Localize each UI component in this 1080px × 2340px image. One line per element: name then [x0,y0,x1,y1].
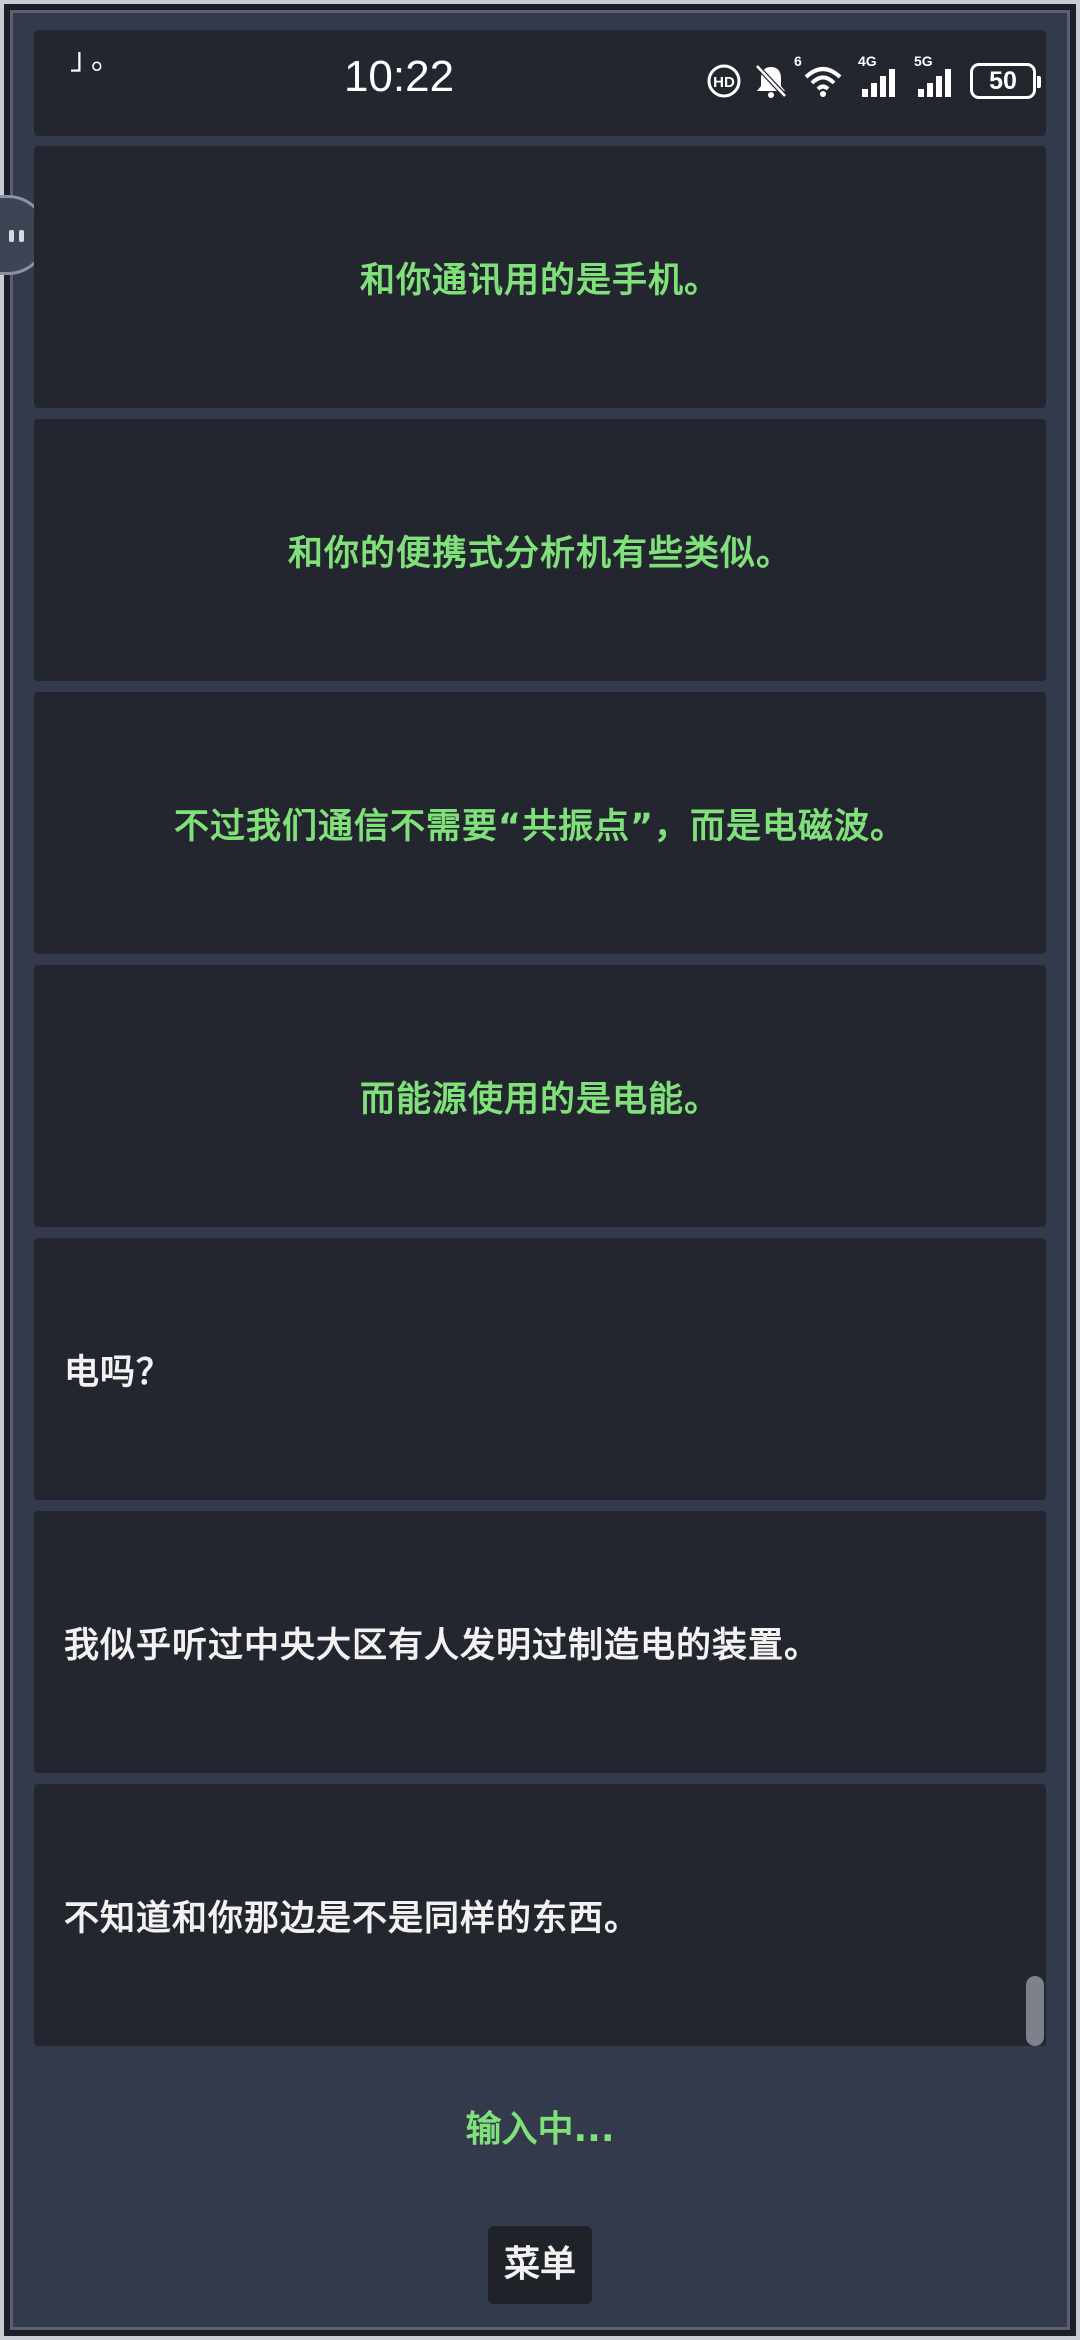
net2-tag: 5G [914,53,933,69]
dialog-message-text: 不过我们通信不需要“共振点”，而是电磁波。 [173,806,906,847]
dialog-message-text: 和你的便携式分析机有些类似。 [287,533,792,574]
status-note-text: 」。 [70,42,127,77]
dialog-message-text: 我似乎听过中央大区有人发明过制造电的装置。 [64,1625,821,1666]
mute-bell-icon [754,63,788,99]
dialog-message[interactable]: 和你通讯用的是手机。 [34,146,1046,408]
status-time: 10:22 [343,52,455,101]
status-icons: HD 6 4G 5G 50 [706,53,1041,104]
pause-dots-icon [9,230,24,242]
dialog-message[interactable]: 而能源使用的是电能。 [34,965,1046,1227]
dialog-message[interactable]: 不知道和你那边是不是同样的东西。 [34,1784,1046,2046]
menu-button[interactable]: 菜单 [488,2226,592,2304]
typing-indicator: 输入中... [465,2109,615,2150]
status-bar: 」。 10:22 HD 6 4G 5G 50 [34,30,1046,136]
net1-tag: 4G [858,53,877,69]
wifi-6-icon: 6 [794,53,846,99]
dialog-message-text: 电吗？ [64,1352,173,1393]
battery-icon: 50 [970,63,1041,99]
dialog-message-text: 不知道和你那边是不是同样的东西。 [64,1898,641,1939]
svg-text:HD: HD [713,74,735,91]
dialog-message-text: 而能源使用的是电能。 [359,1079,720,1120]
wifi-tag: 6 [794,53,802,69]
signal-4g-icon: 4G [858,53,902,99]
dialog-list[interactable]: 和你通讯用的是手机。和你的便携式分析机有些类似。不过我们通信不需要“共振点”，而… [34,146,1046,2057]
signal-5g-icon: 5G [914,53,958,99]
hd-call-icon: HD [706,63,742,99]
dialog-message[interactable]: 电吗？ [34,1238,1046,1500]
dialog-message-text: 和你通讯用的是手机。 [359,260,720,301]
dialog-message[interactable]: 和你的便携式分析机有些类似。 [34,419,1046,681]
scrollbar-thumb[interactable] [1026,1976,1044,2046]
dialog-message[interactable]: 我似乎听过中央大区有人发明过制造电的装置。 [34,1511,1046,1773]
dialog-message[interactable]: 不过我们通信不需要“共振点”，而是电磁波。 [34,692,1046,954]
